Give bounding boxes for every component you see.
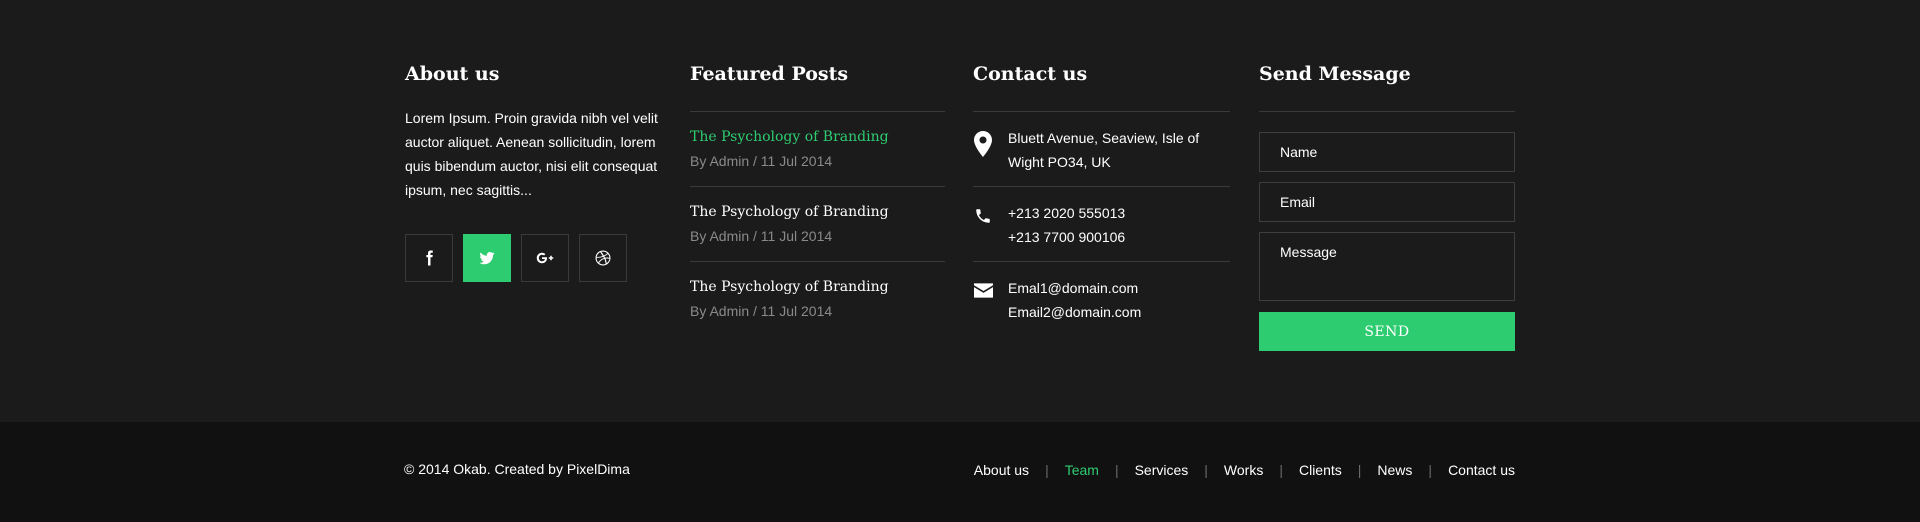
nav-about-us[interactable]: About us bbox=[974, 462, 1029, 478]
nav-separator: | bbox=[1357, 462, 1362, 478]
phone-number: +213 2020 555013 bbox=[1008, 205, 1126, 221]
divider bbox=[690, 261, 945, 262]
divider bbox=[973, 261, 1230, 262]
google-plus-button[interactable] bbox=[521, 234, 569, 282]
post-meta: By Admin / 11 Jul 2014 bbox=[690, 303, 833, 319]
name-placeholder: Name bbox=[1280, 144, 1318, 160]
nav-separator: | bbox=[1114, 462, 1119, 478]
post-item: The Psychology of Branding By Admin / 11… bbox=[690, 202, 945, 246]
post-meta: By Admin / 11 Jul 2014 bbox=[690, 228, 833, 244]
message-placeholder: Message bbox=[1280, 244, 1337, 260]
divider bbox=[1259, 111, 1515, 112]
dribbble-button[interactable] bbox=[579, 234, 627, 282]
post-meta: By Admin / 11 Jul 2014 bbox=[690, 153, 833, 169]
social-links bbox=[405, 234, 627, 282]
copyright-text: © 2014 Okab. Created by PixelDima bbox=[404, 461, 630, 477]
envelope-icon bbox=[974, 283, 993, 298]
post-title-link[interactable]: The Psychology of Branding bbox=[690, 202, 945, 222]
nav-clients[interactable]: Clients bbox=[1299, 462, 1342, 478]
address-line: Bluett Avenue, Seaview, Isle of bbox=[1008, 130, 1200, 146]
post-item: The Psychology of Branding By Admin / 11… bbox=[690, 127, 945, 171]
phone-row: +213 2020 555013 +213 7700 900106 bbox=[973, 201, 1230, 249]
nav-separator: | bbox=[1279, 462, 1283, 478]
nav-separator: | bbox=[1204, 462, 1208, 478]
email-placeholder: Email bbox=[1280, 194, 1316, 210]
twitter-button[interactable] bbox=[463, 234, 511, 282]
post-title-link[interactable]: The Psychology of Branding bbox=[690, 127, 945, 147]
post-title-link[interactable]: The Psychology of Branding bbox=[690, 277, 945, 297]
divider bbox=[973, 111, 1230, 112]
footer-widgets: About us Lorem Ipsum. Proin gravida nibh… bbox=[0, 0, 1920, 422]
dribbble-icon bbox=[595, 250, 611, 266]
email-row: Emal1@domain.com Email2@domain.com bbox=[973, 276, 1230, 324]
email-address[interactable]: Email2@domain.com bbox=[1008, 300, 1141, 324]
phone-number: +213 7700 900106 bbox=[1008, 229, 1126, 245]
google-plus-icon bbox=[536, 252, 554, 264]
about-text: Lorem Ipsum. Proin gravida nibh vel veli… bbox=[405, 110, 658, 198]
posts-heading: Featured Posts bbox=[690, 63, 849, 85]
message-field[interactable]: Message bbox=[1259, 232, 1515, 301]
nav-services[interactable]: Services bbox=[1135, 462, 1189, 478]
about-heading: About us bbox=[405, 63, 500, 85]
footer-nav: About us | Team | Services | Works | Cli… bbox=[974, 462, 1515, 478]
divider bbox=[690, 111, 945, 112]
address-row: Bluett Avenue, Seaview, Isle of Wight PO… bbox=[973, 126, 1230, 174]
name-field[interactable]: Name bbox=[1259, 132, 1515, 172]
twitter-icon bbox=[479, 252, 495, 265]
nav-works[interactable]: Works bbox=[1224, 462, 1263, 478]
bottom-bar: © 2014 Okab. Created by PixelDima About … bbox=[0, 422, 1920, 522]
phone-icon bbox=[976, 209, 990, 223]
nav-contact-us[interactable]: Contact us bbox=[1448, 462, 1515, 478]
post-item: The Psychology of Branding By Admin / 11… bbox=[690, 277, 945, 321]
facebook-button[interactable] bbox=[405, 234, 453, 282]
send-heading: Send Message bbox=[1259, 63, 1411, 85]
nav-separator: | bbox=[1428, 462, 1433, 478]
nav-team[interactable]: Team bbox=[1065, 462, 1099, 478]
nav-separator: | bbox=[1045, 462, 1049, 478]
email-address[interactable]: Emal1@domain.com bbox=[1008, 276, 1141, 300]
facebook-icon bbox=[426, 250, 433, 266]
email-field[interactable]: Email bbox=[1259, 182, 1515, 222]
address-line: Wight PO34, UK bbox=[1008, 154, 1111, 170]
divider bbox=[690, 186, 945, 187]
map-pin-icon bbox=[974, 131, 992, 157]
send-button[interactable]: SEND bbox=[1259, 312, 1515, 351]
divider bbox=[973, 186, 1230, 187]
nav-news[interactable]: News bbox=[1377, 462, 1412, 478]
contact-heading: Contact us bbox=[973, 63, 1088, 85]
